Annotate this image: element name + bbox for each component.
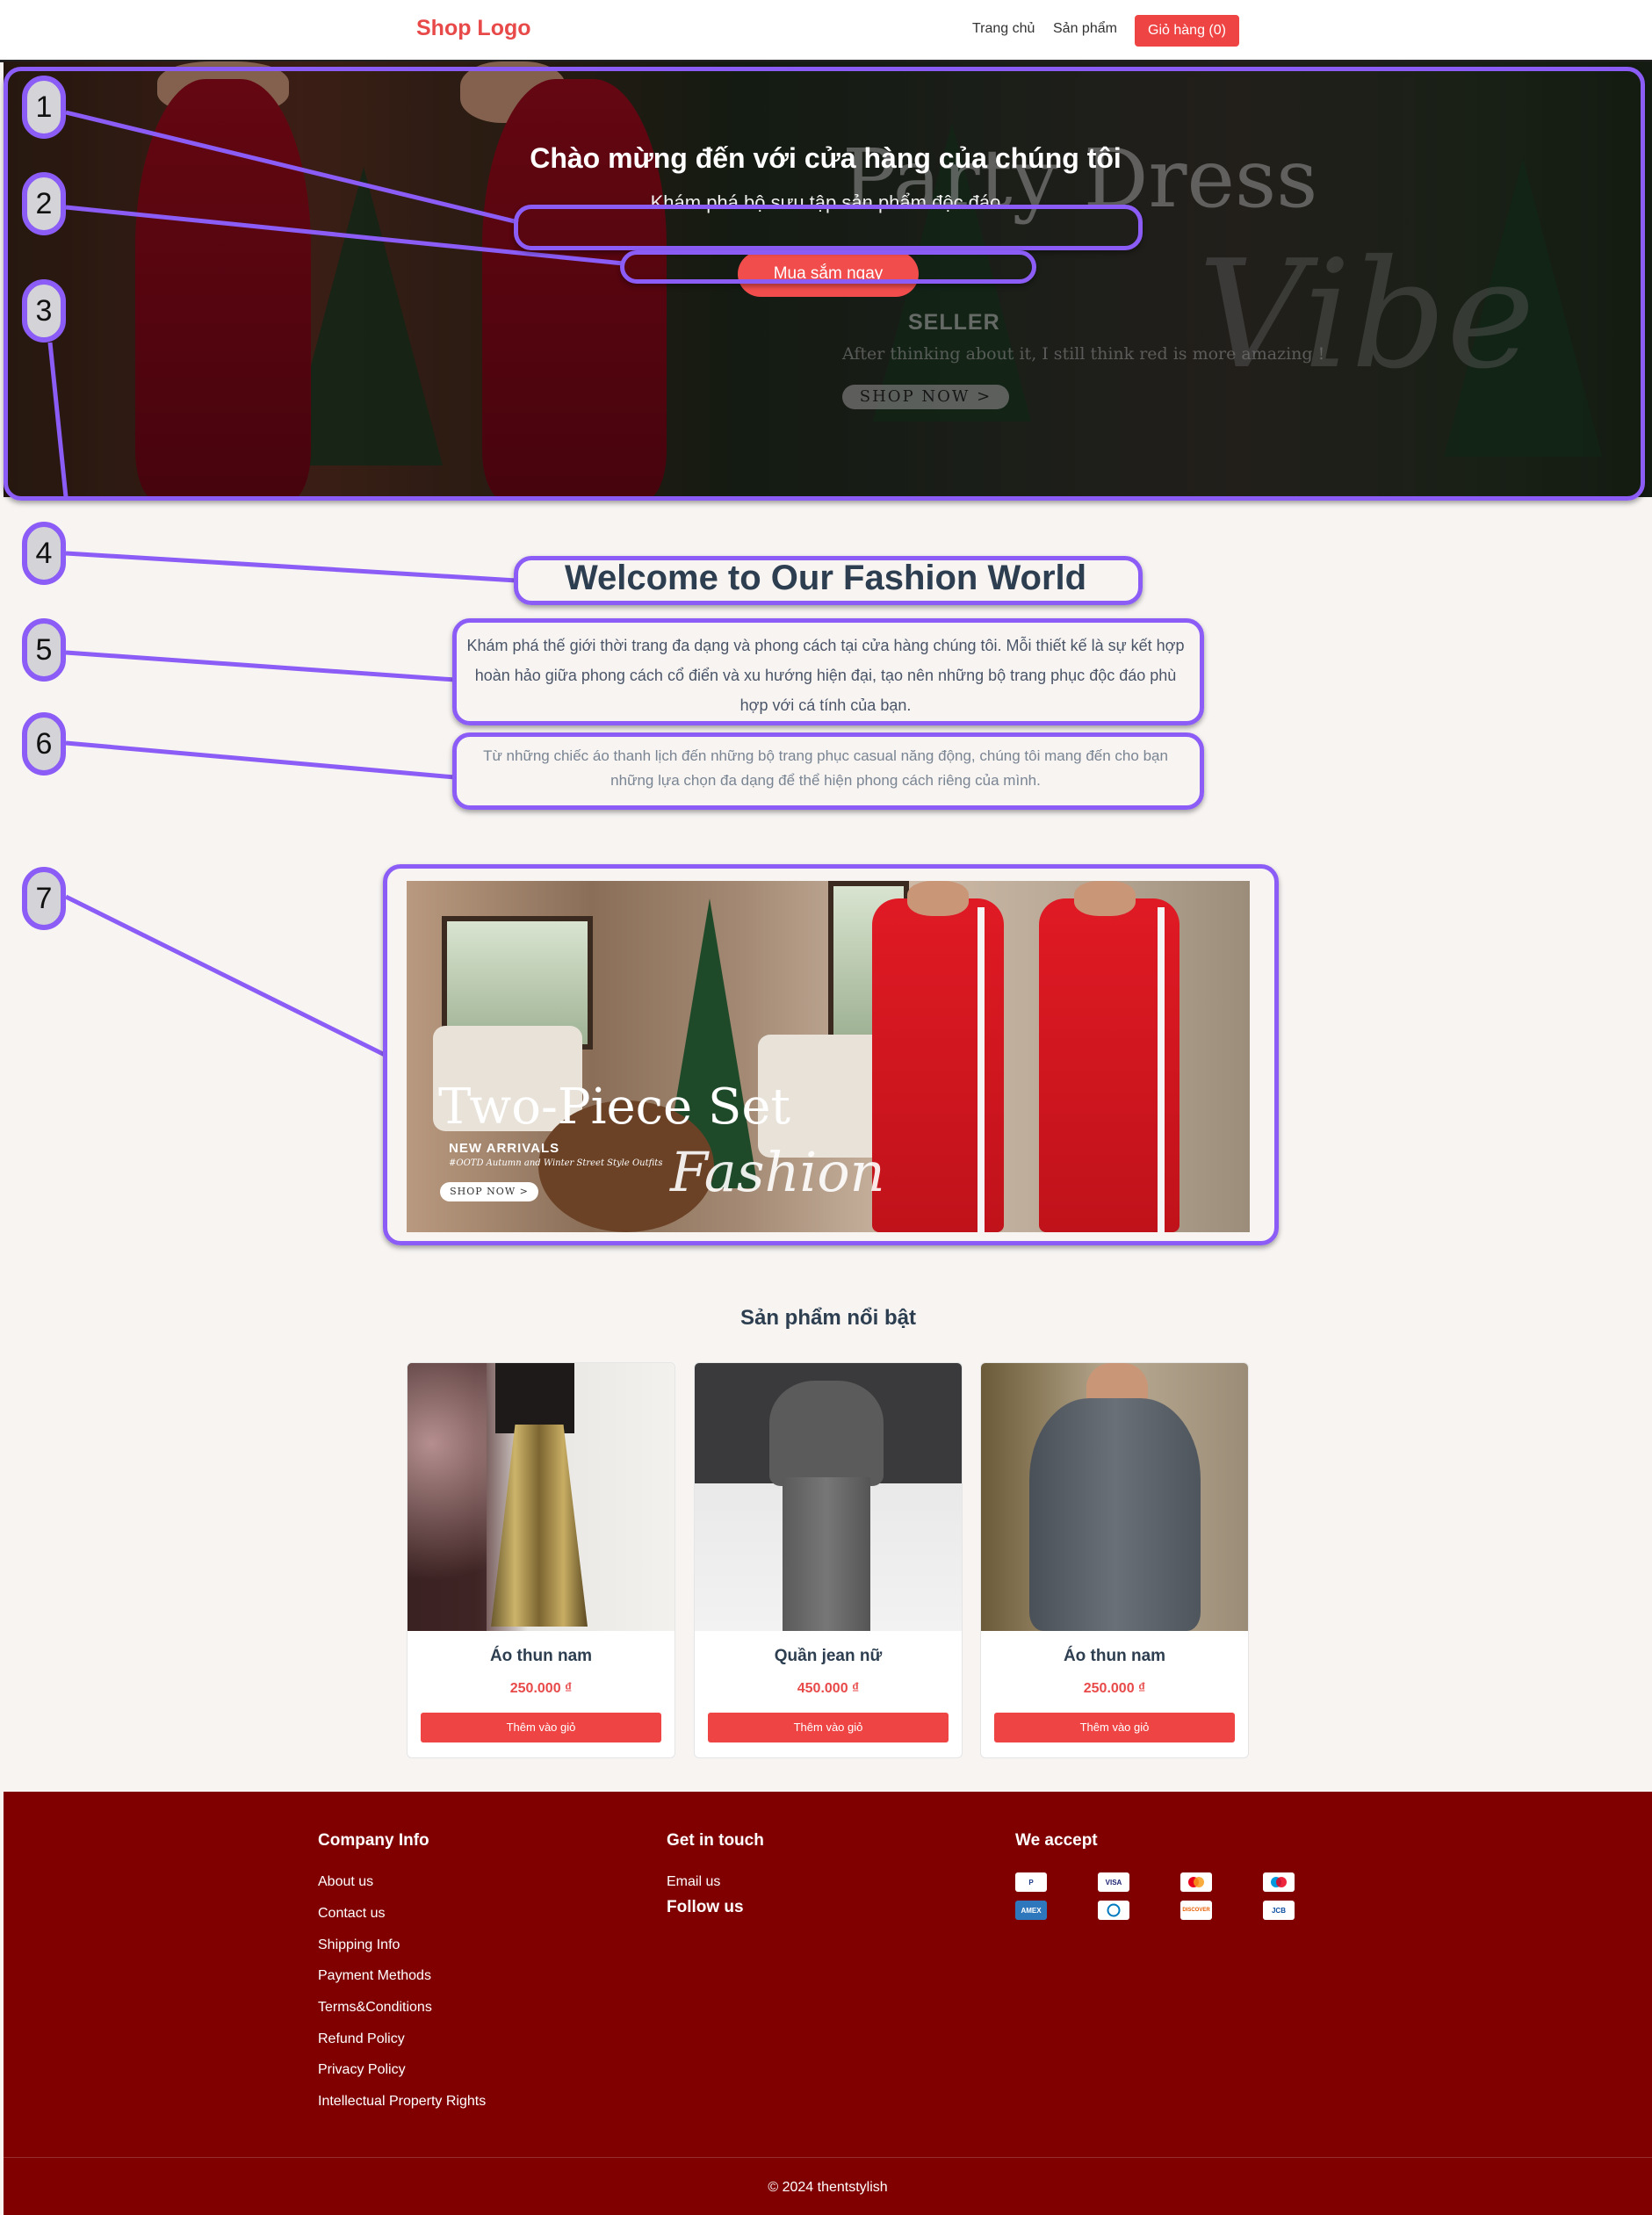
copyright-text: © 2024 thentstylish (768, 2180, 888, 2195)
product-name[interactable]: Quần jean nữ (695, 1647, 962, 1666)
product-price: 450.000 ₫ (797, 1681, 860, 1696)
visa-icon: VISA (1098, 1872, 1129, 1892)
footer-link-privacy[interactable]: Privacy Policy (318, 2062, 406, 2078)
product-card[interactable]: Quần jean nữ 450.000 ₫ Thêm vào giỏ (694, 1362, 963, 1758)
company-info-heading: Company Info (318, 1831, 429, 1850)
product-image[interactable] (695, 1363, 962, 1631)
annotation-marker-6: 6 (22, 712, 66, 776)
nav-link-home[interactable]: Trang chủ (972, 21, 1035, 37)
footer-link-contact[interactable]: Contact us (318, 1906, 385, 1922)
footer-divider (4, 2157, 1652, 2158)
featured-heading: Sản phẩm nổi bật (739, 1306, 916, 1330)
product-image[interactable] (981, 1363, 1248, 1631)
add-to-cart-button[interactable]: Thêm vào giỏ (708, 1713, 949, 1742)
annotation-box-subintro (452, 732, 1204, 810)
cart-button[interactable]: Giỏ hàng (0) (1135, 15, 1239, 47)
add-to-cart-button[interactable]: Thêm vào giỏ (994, 1713, 1235, 1742)
annotation-box-hero-subtitle (620, 250, 1036, 284)
footer-link-payment-methods[interactable]: Payment Methods (318, 1968, 431, 1984)
product-card[interactable]: Áo thun nam 250.000 ₫ Thêm vào giỏ (407, 1362, 675, 1758)
product-name[interactable]: Áo thun nam (408, 1647, 675, 1666)
get-in-touch-heading: Get in touch (667, 1831, 764, 1850)
footer-link-terms[interactable]: Terms&Conditions (318, 2000, 432, 2016)
footer-link-email[interactable]: Email us (667, 1874, 720, 1890)
annotation-box-welcome (514, 556, 1143, 605)
shop-logo[interactable]: Shop Logo (416, 16, 531, 41)
annotation-marker-7: 7 (22, 867, 66, 930)
add-to-cart-button[interactable]: Thêm vào giỏ (421, 1713, 661, 1742)
annotation-marker-2: 2 (22, 172, 66, 235)
annotation-marker-1: 1 (22, 76, 66, 139)
product-price: 250.000 ₫ (509, 1681, 573, 1696)
annotation-box-banner (383, 864, 1279, 1245)
amex-icon: AMEX (1015, 1901, 1047, 1920)
footer-link-shipping[interactable]: Shipping Info (318, 1937, 400, 1953)
footer-link-about[interactable]: About us (318, 1874, 373, 1890)
nav-link-products[interactable]: Sản phẩm (1053, 21, 1117, 37)
jcb-icon: JCB (1263, 1901, 1295, 1920)
discover-icon: DISCOVER (1180, 1901, 1212, 1920)
annotation-box-hero-title (514, 205, 1143, 250)
footer-link-ip-rights[interactable]: Intellectual Property Rights (318, 2094, 486, 2110)
footer-link-refund[interactable]: Refund Policy (318, 2031, 405, 2047)
product-card[interactable]: Áo thun nam 250.000 ₫ Thêm vào giỏ (980, 1362, 1249, 1758)
annotation-marker-3: 3 (22, 279, 66, 343)
follow-us-heading: Follow us (667, 1898, 744, 1916)
maestro-icon (1263, 1872, 1295, 1892)
mastercard-icon (1180, 1872, 1212, 1892)
product-image[interactable] (408, 1363, 675, 1631)
annotation-marker-5: 5 (22, 618, 66, 682)
footer: Company Info About us Contact us Shippin… (4, 1792, 1652, 2215)
navbar: Shop Logo Trang chủ Sản phẩm Giỏ hàng (0… (0, 0, 1652, 62)
product-name[interactable]: Áo thun nam (981, 1647, 1248, 1666)
product-price: 250.000 ₫ (1083, 1681, 1146, 1696)
annotation-box-intro (452, 618, 1204, 725)
annotation-marker-4: 4 (22, 522, 66, 585)
annotation-box-hero (4, 67, 1645, 501)
paypal-icon: P (1015, 1872, 1047, 1892)
diners-icon (1098, 1901, 1129, 1920)
we-accept-heading: We accept (1015, 1831, 1098, 1850)
